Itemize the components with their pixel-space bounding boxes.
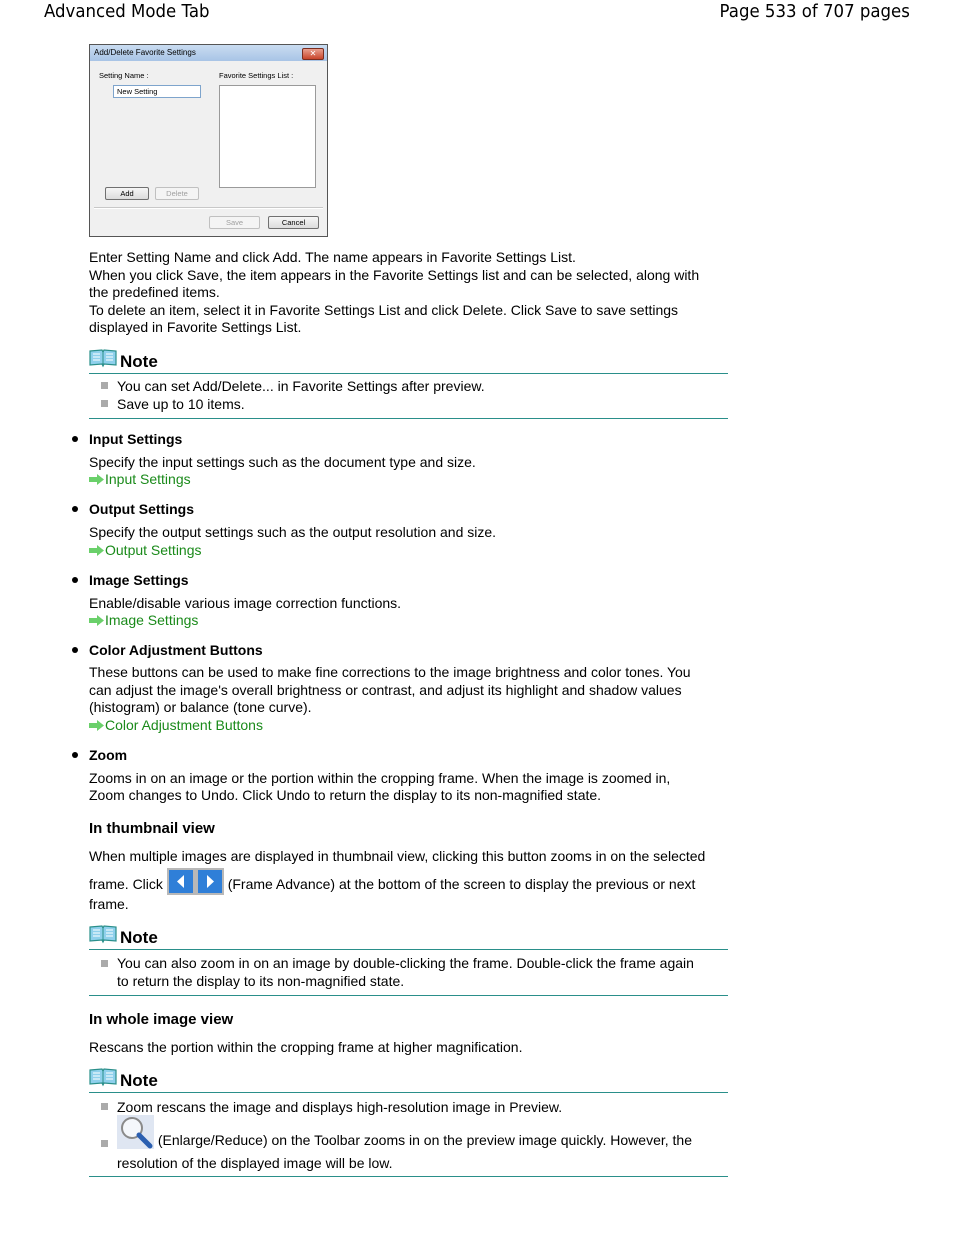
section-text: Specify the input settings such as the d… bbox=[89, 454, 476, 470]
subheading: In thumbnail view bbox=[89, 820, 215, 837]
note-item-text: (Enlarge/Reduce) on the Toolbar zooms in… bbox=[157, 1132, 692, 1148]
arrow-right-icon bbox=[89, 474, 104, 485]
setting-name-input[interactable]: New Setting bbox=[113, 85, 201, 98]
note-item: resolution of the displayed image will b… bbox=[117, 1155, 393, 1171]
section-text: Enable/disable various image correction … bbox=[89, 595, 402, 611]
note-label: Note bbox=[120, 1071, 158, 1090]
dialog-titlebar: Add/Delete Favorite Settings ✕ bbox=[90, 45, 327, 61]
close-icon[interactable]: ✕ bbox=[302, 48, 324, 60]
section-title: Image Settings bbox=[89, 572, 189, 588]
section-title: Color Adjustment Buttons bbox=[89, 642, 263, 658]
note-header: Note bbox=[89, 924, 728, 950]
list-label: Favorite Settings List : bbox=[219, 71, 294, 80]
dialog-divider bbox=[94, 207, 323, 209]
section-text: (histogram) or balance (tone curve). bbox=[89, 699, 312, 715]
section-text: can adjust the image's overall brightnes… bbox=[89, 682, 682, 698]
bullet-icon bbox=[72, 647, 78, 653]
arrow-right-icon bbox=[89, 615, 104, 626]
cancel-button[interactable]: Cancel bbox=[268, 216, 319, 229]
doc-title: Advanced Mode Tab bbox=[44, 1, 210, 22]
page-indicator: Page 533 of 707 pages bbox=[719, 1, 910, 22]
section-text: Zooms in on an image or the portion with… bbox=[89, 770, 671, 786]
link-output-settings[interactable]: Output Settings bbox=[89, 542, 202, 558]
note-item: (Enlarge/Reduce) on the Toolbar zooms in… bbox=[117, 1115, 692, 1159]
section-title: Zoom bbox=[89, 747, 128, 763]
setting-name-label: Setting Name : bbox=[99, 71, 149, 80]
bullet-icon bbox=[72, 752, 78, 758]
link-text[interactable]: Output Settings bbox=[105, 542, 202, 558]
square-bullet-icon bbox=[101, 960, 108, 967]
note-header: Note bbox=[89, 348, 728, 374]
link-image-settings[interactable]: Image Settings bbox=[89, 612, 198, 628]
intro-line: displayed in Favorite Settings List. bbox=[89, 319, 302, 335]
favorite-settings-list[interactable] bbox=[219, 85, 316, 188]
bullet-icon bbox=[72, 436, 78, 442]
note-divider bbox=[89, 995, 728, 996]
thumb-text: frame. Click (Frame Advance) at the bott… bbox=[89, 868, 695, 898]
note-header: Note bbox=[89, 1067, 728, 1093]
add-button[interactable]: Add bbox=[105, 187, 149, 200]
intro-line: To delete an item, select it in Favorite… bbox=[89, 302, 679, 318]
bullet-icon bbox=[72, 506, 78, 512]
intro-line: the predefined items. bbox=[89, 284, 220, 300]
link-input-settings[interactable]: Input Settings bbox=[89, 471, 191, 487]
book-icon bbox=[89, 349, 117, 368]
arrow-right-icon bbox=[89, 545, 104, 556]
section-text: Zoom changes to Undo. Click Undo to retu… bbox=[89, 787, 602, 803]
link-color-adjustment-buttons[interactable]: Color Adjustment Buttons bbox=[89, 717, 263, 733]
note-item: You can also zoom in on an image by doub… bbox=[117, 955, 694, 971]
thumb-text-part: (Frame Advance) at the bottom of the scr… bbox=[227, 876, 696, 892]
section-title: Output Settings bbox=[89, 501, 194, 517]
delete-button[interactable]: Delete bbox=[155, 187, 199, 200]
link-text[interactable]: Input Settings bbox=[105, 471, 191, 487]
thumb-text-part: frame. Click bbox=[89, 876, 163, 892]
square-bullet-icon bbox=[101, 400, 108, 407]
bullet-icon bbox=[72, 577, 78, 583]
frame-advance-icon bbox=[166, 868, 224, 895]
save-button[interactable]: Save bbox=[209, 216, 260, 229]
arrow-right-icon bbox=[89, 720, 104, 731]
section-text: These buttons can be used to make fine c… bbox=[89, 664, 691, 680]
favorite-settings-dialog: Add/Delete Favorite Settings ✕ Setting N… bbox=[89, 44, 328, 237]
note-item: You can set Add/Delete... in Favorite Se… bbox=[117, 378, 485, 394]
note-item: Zoom rescans the image and displays high… bbox=[117, 1099, 563, 1115]
section-text: Specify the output settings such as the … bbox=[89, 524, 497, 540]
link-text[interactable]: Image Settings bbox=[105, 612, 198, 628]
book-icon bbox=[89, 925, 117, 944]
whole-text: Rescans the portion within the cropping … bbox=[89, 1039, 523, 1055]
dialog-title: Add/Delete Favorite Settings bbox=[94, 48, 196, 57]
book-icon bbox=[89, 1068, 117, 1087]
enlarge-reduce-icon bbox=[117, 1115, 154, 1149]
square-bullet-icon bbox=[101, 1140, 108, 1147]
note-divider bbox=[89, 418, 728, 419]
note-label: Note bbox=[120, 352, 158, 371]
subheading: In whole image view bbox=[89, 1011, 234, 1028]
note-item: to return the display to its non-magnifi… bbox=[117, 973, 405, 989]
note-divider bbox=[89, 1176, 728, 1177]
frame-advance-buttons bbox=[166, 868, 224, 895]
thumb-text: When multiple images are displayed in th… bbox=[89, 848, 706, 864]
intro-line: When you click Save, the item appears in… bbox=[89, 267, 700, 283]
section-title: Input Settings bbox=[89, 431, 183, 447]
note-item: Save up to 10 items. bbox=[117, 396, 245, 412]
square-bullet-icon bbox=[101, 382, 108, 389]
note-label: Note bbox=[120, 928, 158, 947]
link-text[interactable]: Color Adjustment Buttons bbox=[105, 717, 263, 733]
intro-line: Enter Setting Name and click Add. The na… bbox=[89, 249, 576, 265]
square-bullet-icon bbox=[101, 1103, 108, 1110]
thumb-text: frame. bbox=[89, 896, 129, 912]
